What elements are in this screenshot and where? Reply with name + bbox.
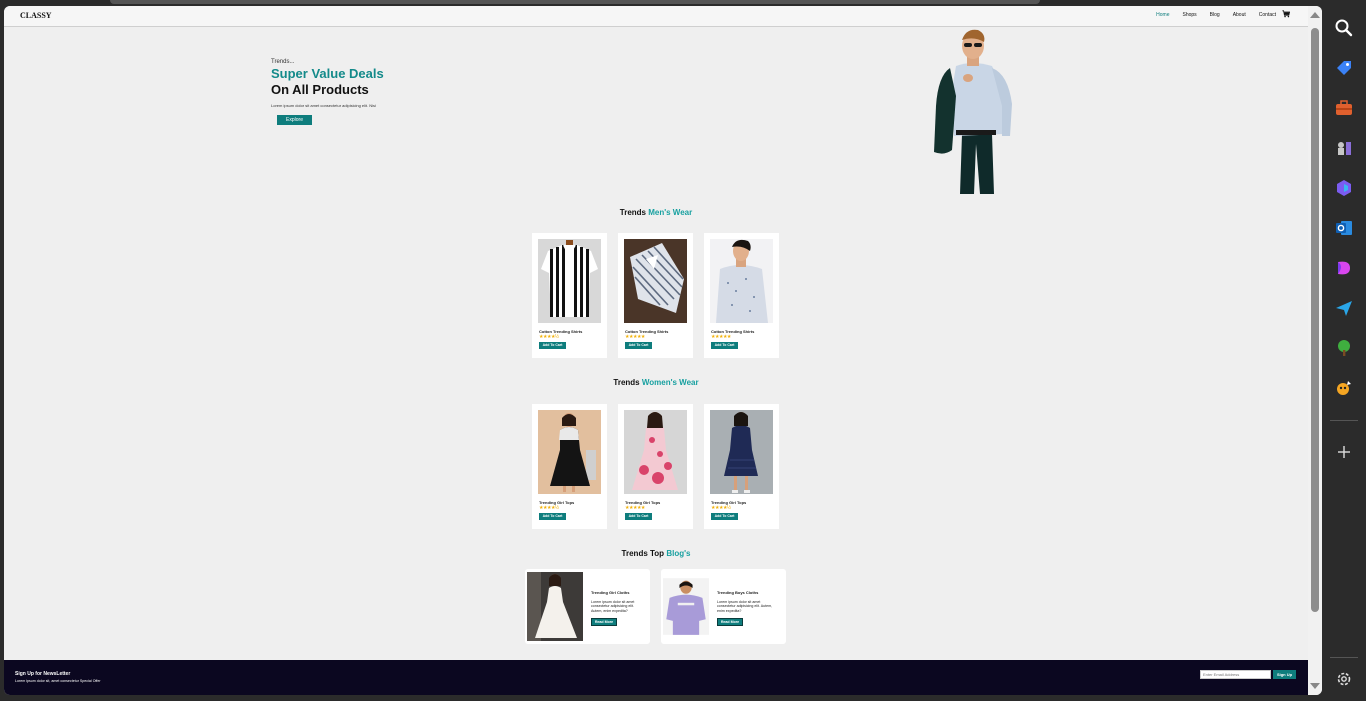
hero-title-line2: On All Products bbox=[271, 82, 369, 97]
briefcase-icon[interactable] bbox=[1334, 98, 1354, 118]
signup-button[interactable]: Sign Up bbox=[1273, 670, 1296, 679]
nav-home[interactable]: Home bbox=[1156, 12, 1169, 18]
pink-dress-image bbox=[624, 410, 687, 494]
rating-stars: ★★★★½ bbox=[711, 505, 731, 511]
navbar: CLASSY Home Shops Blog About Contact bbox=[4, 6, 1308, 27]
add-to-cart-button[interactable]: Add To Cart bbox=[625, 513, 652, 520]
settings-icon[interactable] bbox=[1334, 669, 1354, 689]
sidebar-divider bbox=[1330, 657, 1358, 658]
tag-icon[interactable] bbox=[1334, 58, 1354, 78]
browser-frame: CLASSY Home Shops Blog About Contact Tre… bbox=[0, 0, 1366, 701]
outlook-icon[interactable] bbox=[1334, 218, 1354, 238]
blog-text: Lorem ipsum dolor sit amet consectetur a… bbox=[717, 600, 773, 613]
page-scrollbar[interactable] bbox=[1308, 6, 1322, 695]
blog-card[interactable]: Trending Girl Cloths Lorem ipsum dolor s… bbox=[525, 569, 650, 644]
hero-description: Lorem ipsum dolor sit amet consectetur a… bbox=[271, 103, 376, 108]
blog-title-prefix: Trends Top bbox=[621, 549, 665, 558]
explore-button[interactable]: Explore bbox=[277, 115, 312, 125]
product-card[interactable]: Trending Girl Tops ★★★★½ Add To Cart bbox=[532, 404, 607, 529]
add-to-cart-button[interactable]: Add To Cart bbox=[539, 513, 566, 520]
copilot-icon[interactable] bbox=[1334, 178, 1354, 198]
nav-contact[interactable]: Contact bbox=[1259, 12, 1276, 18]
black-dress-image bbox=[538, 410, 601, 494]
striped-shirt-image bbox=[538, 239, 601, 323]
newsletter-footer: Sign Up for NewsLetter Lorem ipsum dolor… bbox=[4, 660, 1308, 695]
hero-title-line1: Super Value Deals bbox=[271, 66, 384, 81]
womens-title-prefix: Trends bbox=[613, 378, 640, 387]
add-to-cart-button[interactable]: Add To Cart bbox=[711, 342, 738, 349]
nav-blog[interactable]: Blog bbox=[1210, 12, 1220, 18]
mens-title-prefix: Trends bbox=[619, 208, 646, 217]
product-card[interactable]: Trending Girl Tops ★★★★★ Add To Cart bbox=[618, 404, 693, 529]
game-icon[interactable] bbox=[1334, 378, 1354, 398]
rating-stars: ★★★★½ bbox=[539, 505, 559, 511]
scroll-down-arrow-icon[interactable] bbox=[1310, 683, 1320, 689]
product-card[interactable]: Trending Girl Tops ★★★★½ Add To Cart bbox=[704, 404, 779, 529]
womens-section-title: Trends Women's Wear bbox=[456, 378, 856, 387]
man-shirt-image bbox=[710, 239, 773, 323]
rating-stars: ★★★★★ bbox=[711, 334, 731, 340]
newsletter-subtitle: Lorem ipsum dolor sit, amet consectetur … bbox=[15, 679, 101, 683]
rating-stars: ★★★★½ bbox=[539, 334, 559, 340]
blog-title: Trending Boys Cloths bbox=[717, 590, 759, 595]
womens-title-highlight: Women's Wear bbox=[641, 378, 699, 387]
sidebar-divider bbox=[1330, 420, 1358, 421]
nav-links: Home Shops Blog About Contact bbox=[1143, 12, 1276, 18]
blog-text: Lorem ipsum dolor sit amet consectetur a… bbox=[591, 600, 635, 613]
blog-card[interactable]: Trending Boys Cloths Lorem ipsum dolor s… bbox=[661, 569, 786, 644]
nav-shops[interactable]: Shops bbox=[1182, 12, 1196, 18]
add-to-cart-button[interactable]: Add To Cart bbox=[711, 513, 738, 520]
blog-girl-image bbox=[527, 572, 583, 641]
hero-kicker: Trends... bbox=[271, 59, 295, 65]
mens-section-title: Trends Men's Wear bbox=[456, 208, 856, 217]
blog-boy-image bbox=[663, 578, 709, 635]
window-top-strip bbox=[110, 0, 1040, 4]
add-icon[interactable] bbox=[1334, 442, 1354, 462]
send-icon[interactable] bbox=[1334, 298, 1354, 318]
chess-icon[interactable] bbox=[1334, 138, 1354, 158]
nav-about[interactable]: About bbox=[1233, 12, 1246, 18]
read-more-button[interactable]: Read More bbox=[591, 618, 617, 626]
product-card[interactable]: Cotton Trending Shirts ★★★★★ Add To Cart bbox=[618, 233, 693, 358]
designer-icon[interactable] bbox=[1334, 258, 1354, 278]
scroll-thumb[interactable] bbox=[1311, 28, 1319, 612]
browser-sidebar bbox=[1322, 0, 1366, 701]
email-input[interactable] bbox=[1200, 670, 1271, 679]
hero-model-image bbox=[934, 29, 1012, 194]
rating-stars: ★★★★★ bbox=[625, 505, 645, 511]
newsletter-title: Sign Up for NewsLetter bbox=[15, 671, 71, 677]
rating-stars: ★★★★★ bbox=[625, 334, 645, 340]
blog-section-title: Trends Top Blog's bbox=[456, 549, 856, 558]
tree-icon[interactable] bbox=[1334, 338, 1354, 358]
mens-title-highlight: Men's Wear bbox=[648, 208, 693, 217]
navy-dress-image bbox=[710, 410, 773, 494]
add-to-cart-button[interactable]: Add To Cart bbox=[625, 342, 652, 349]
add-to-cart-button[interactable]: Add To Cart bbox=[539, 342, 566, 349]
product-card[interactable]: Cotton Trending Shirts ★★★★½ Add To Cart bbox=[532, 233, 607, 358]
search-icon[interactable] bbox=[1334, 18, 1354, 38]
page-viewport: CLASSY Home Shops Blog About Contact Tre… bbox=[4, 6, 1322, 695]
blog-title-highlight: Blog's bbox=[666, 549, 691, 558]
read-more-button[interactable]: Read More bbox=[717, 618, 743, 626]
folded-shirt-image bbox=[624, 239, 687, 323]
blog-title: Trending Girl Cloths bbox=[591, 590, 630, 595]
brand-logo[interactable]: CLASSY bbox=[20, 11, 52, 20]
scroll-up-arrow-icon[interactable] bbox=[1310, 12, 1320, 18]
product-card[interactable]: Cotton Trending Shirts ★★★★★ Add To Cart bbox=[704, 233, 779, 358]
cart-icon[interactable] bbox=[1282, 10, 1290, 18]
